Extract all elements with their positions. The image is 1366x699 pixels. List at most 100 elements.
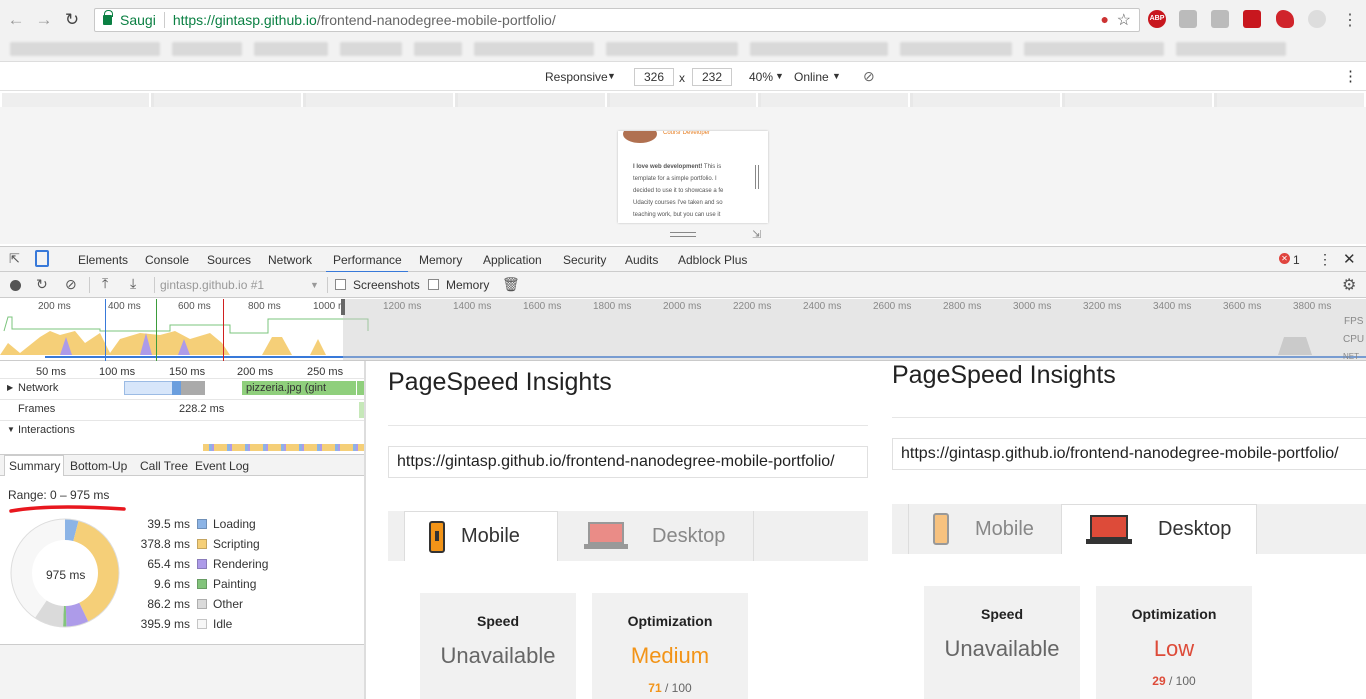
tab-event-log[interactable]: Event Log [195,459,249,473]
gear-icon[interactable]: ⚙ [1342,275,1356,295]
loading-swatch [197,519,207,529]
trash-icon[interactable]: 🗑 [502,276,520,293]
clear-icon[interactable]: ⊘ [65,276,77,293]
optimization-max: / 100 [661,681,692,695]
error-count[interactable]: 1 [1293,253,1300,267]
bookmark-item[interactable] [172,42,242,56]
flash-extension-icon[interactable] [1243,10,1261,28]
bookmark-item[interactable] [10,42,160,56]
bookmark-item[interactable] [900,42,1012,56]
corner-resize-icon[interactable]: ⇲ [752,228,761,241]
memory-checkbox[interactable] [428,279,439,290]
bookmark-star-icon[interactable]: ☆ [1117,10,1131,30]
tab-desktop[interactable]: Desktop [558,511,754,561]
summary-value: 65.4 ms [147,557,190,571]
rotate-icon[interactable]: ⊘ [863,68,875,85]
summary-row-rendering: 65.4 ms Rendering [140,557,364,577]
pdf-extension-icon[interactable] [1179,10,1197,28]
site-info-icon[interactable]: ● [1101,11,1109,27]
back-arrow-icon[interactable]: ← [4,8,28,32]
tool-extension-icon[interactable] [1211,10,1229,28]
collapse-triangle-icon[interactable]: ▼ [7,425,15,434]
scripting-swatch [197,539,207,549]
upload-icon[interactable]: ⤒ [102,275,108,292]
devtools-tabbar: ⇱ Elements Console Sources Network Perfo… [0,246,1366,273]
device-toolbar: Responsive ▼ 326 x 232 40% ▼ Online ▼ ⊘ … [0,63,1366,91]
tab-network[interactable]: Network [268,253,312,267]
overview-tick: 1000 r [313,301,342,312]
height-input[interactable]: 232 [692,68,732,86]
tab-mobile[interactable]: Mobile [908,504,1062,554]
devtools-menu-icon[interactable]: ⋮ [1318,251,1332,268]
reload-record-icon[interactable]: ↻ [36,276,48,293]
zoom-select[interactable]: 40% [749,70,773,84]
network-request-bar[interactable] [172,381,181,395]
optimization-title: Optimization [1131,606,1217,622]
tab-summary[interactable]: Summary [9,459,60,473]
inspect-element-icon[interactable]: ⇱ [9,251,20,267]
interactions-track[interactable]: ▼ Interactions [0,421,364,442]
reload-icon[interactable]: ↻ [60,8,84,32]
bookmark-item[interactable] [474,42,594,56]
network-request-bar[interactable]: pizzeria.jpg (gint [242,381,356,395]
tab-application[interactable]: Application [483,253,542,267]
tab-security[interactable]: Security [563,253,606,267]
network-throttle-select[interactable]: Online [794,70,829,84]
flame-ruler: 50 ms 100 ms 150 ms 200 ms 250 ms [0,362,364,379]
flame-tick: 50 ms [36,366,66,378]
adblock-plus-icon[interactable]: ABP [1148,10,1166,28]
overview-tick: 400 ms [108,301,141,312]
bookmark-item[interactable] [340,42,402,56]
scrollbar-handle[interactable] [755,165,759,189]
range-handle[interactable] [341,299,345,315]
tab-elements[interactable]: Elements [78,253,128,267]
device-toggle-icon[interactable] [35,250,49,267]
url-input[interactable]: https://gintasp.github.io/frontend-nanod… [388,446,868,478]
tab-memory[interactable]: Memory [419,253,462,267]
main-thread-activity[interactable] [203,444,364,451]
preview-line: template for a simple portfolio. I [633,176,717,182]
device-preview[interactable]: Coursr Developer I love web development!… [618,131,768,223]
bookmark-item[interactable] [750,42,888,56]
device-mode-select[interactable]: Responsive [545,70,608,84]
bookmark-item[interactable] [414,42,462,56]
bookmark-item[interactable] [254,42,328,56]
screenshots-checkbox[interactable] [335,279,346,290]
recording-select[interactable]: gintasp.github.io #1 [160,278,264,292]
url-input[interactable]: https://gintasp.github.io/frontend-nanod… [892,438,1366,470]
forward-arrow-icon[interactable]: → [32,8,56,32]
width-input[interactable]: 326 [634,68,674,86]
tab-call-tree[interactable]: Call Tree [140,459,188,473]
tab-bottom-up[interactable]: Bottom-Up [70,459,127,473]
resize-handle[interactable] [670,232,696,237]
tab-mobile[interactable]: Mobile [404,511,558,561]
error-icon[interactable]: ✕ [1279,253,1290,264]
tab-audits[interactable]: Audits [625,253,658,267]
overview-tick: 800 ms [248,301,281,312]
tab-performance[interactable]: Performance [333,253,402,267]
download-icon[interactable]: ⤓ [130,275,136,292]
close-icon[interactable]: ✕ [1343,250,1356,268]
frame-duration[interactable]: 228.2 ms [179,403,224,415]
extension-icon[interactable] [1308,10,1326,28]
bookmark-item[interactable] [606,42,738,56]
more-options-icon[interactable]: ⋮ [1343,67,1358,85]
network-request-bar[interactable] [181,381,205,395]
animal-extension-icon[interactable] [1276,10,1294,28]
flame-chart[interactable]: 50 ms 100 ms 150 ms 200 ms 250 ms ▶ Netw… [0,362,364,454]
tab-adblock-plus[interactable]: Adblock Plus [678,253,747,267]
speed-value: Unavailable [440,643,556,668]
address-bar[interactable]: Saugi https://gintasp.github.io/frontend… [94,8,1140,32]
frames-track[interactable]: Frames 228.2 ms [0,400,364,421]
speed-title: Speed [980,606,1023,622]
expand-triangle-icon[interactable]: ▶ [7,383,13,392]
tab-desktop[interactable]: Desktop [1061,504,1257,554]
record-icon[interactable] [10,280,21,291]
bookmark-item[interactable] [1176,42,1286,56]
chrome-menu-icon[interactable]: ⋮ [1342,10,1358,30]
tab-sources[interactable]: Sources [207,253,251,267]
bookmark-item[interactable] [1024,42,1164,56]
tab-console[interactable]: Console [145,253,189,267]
network-track[interactable]: ▶ Network pizzeria.jpg (gint [0,379,364,400]
network-request-bar[interactable] [124,381,174,395]
